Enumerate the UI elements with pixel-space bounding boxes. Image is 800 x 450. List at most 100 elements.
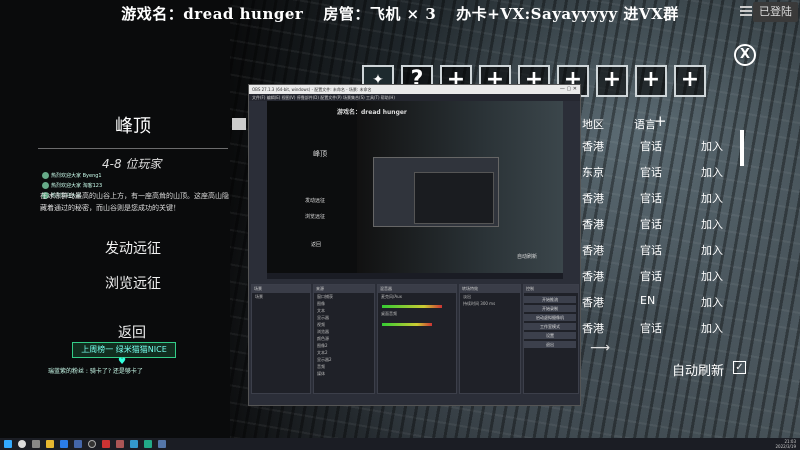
join-button[interactable]: 加入: [701, 216, 723, 232]
taskbar-clock[interactable]: 21:03 2022/3/19: [775, 439, 796, 449]
server-region: 香港: [582, 192, 604, 205]
server-region: 香港: [582, 244, 604, 257]
app-icon[interactable]: [130, 440, 138, 448]
transition-item[interactable]: 持续时间 300 ms: [460, 300, 520, 307]
game-icon[interactable]: [116, 440, 124, 448]
obs-control-button[interactable]: 开始推流: [524, 296, 576, 303]
join-button[interactable]: 加入: [701, 268, 723, 284]
app-icon[interactable]: [144, 440, 152, 448]
mixer-item: 麦克风/Aux: [381, 294, 402, 299]
windows-taskbar: 21:03 2022/3/19: [0, 438, 800, 450]
scenes-dock[interactable]: 场景 场景: [251, 284, 311, 394]
chat-line: 热烈欢迎大家 淘客123: [42, 182, 102, 189]
obs-control-button[interactable]: 启动虚拟摄像机: [524, 314, 576, 321]
server-region: 香港: [582, 140, 604, 153]
server-language: 官话: [640, 140, 662, 153]
preview-taskbar: [267, 273, 563, 279]
server-language: 官话: [640, 244, 662, 257]
mixer-item: 桌面音频: [381, 311, 397, 316]
join-button[interactable]: 加入: [701, 138, 723, 154]
audio-meter: [382, 323, 432, 326]
obs-window[interactable]: OBS 27.1.3 (64-bit, windows) - 配置文件: 未命名…: [248, 84, 581, 406]
source-item[interactable]: 浏览器: [314, 328, 374, 335]
auto-refresh-label: 自动刷新: [672, 364, 725, 379]
source-item[interactable]: 窗口捕获: [314, 293, 374, 300]
source-item[interactable]: 显示器: [314, 314, 374, 321]
menu-icon[interactable]: [740, 6, 752, 16]
map-title: 峰顶: [115, 116, 151, 137]
header-language: 语言: [634, 118, 656, 131]
avatar: [42, 172, 49, 179]
map-description: 在冰冻群岛最高的山谷上方，有一座高耸的山顶。这座高山隐藏着通过的秘密，而山谷则是…: [40, 192, 229, 212]
mixer-dock[interactable]: 混音器 麦克风/Aux 桌面音频: [377, 284, 457, 394]
start-expedition-button[interactable]: 发动远征: [105, 238, 161, 258]
steam-icon[interactable]: [158, 440, 166, 448]
join-button[interactable]: 加入: [701, 190, 723, 206]
back-button[interactable]: 返回: [118, 322, 146, 342]
nested-preview-inner: [414, 172, 494, 224]
player-slot[interactable]: +: [596, 65, 628, 97]
server-language: 官话: [640, 270, 662, 283]
obs-control-button[interactable]: 工作室模式: [524, 323, 576, 330]
transitions-dock[interactable]: 转场特效 淡出 持续时间 300 ms: [459, 284, 521, 394]
logged-in-badge[interactable]: 已登陆: [753, 2, 798, 22]
divider: [38, 148, 228, 149]
file-explorer-icon[interactable]: [46, 440, 54, 448]
sources-dock[interactable]: 来源 窗口捕获 图像 文本 显示器 视频 浏览器 颜色源 图像2 文本2 显示器2 音频 媒体: [313, 284, 375, 394]
task-view-icon[interactable]: [32, 440, 40, 448]
source-item[interactable]: 媒体: [314, 370, 374, 377]
chat-line: 热烈欢迎大家 Byeng1: [42, 172, 102, 179]
player-slot[interactable]: +: [635, 65, 667, 97]
obs-menu-bar[interactable]: 文件(F) 编辑(E) 视图(V) 停靠部件(D) 配置文件(P) 场景集合(S…: [249, 94, 580, 101]
source-item[interactable]: 视频: [314, 321, 374, 328]
store-icon[interactable]: [74, 440, 82, 448]
add-server-icon[interactable]: +: [654, 112, 667, 130]
obs-control-button[interactable]: 开始录制: [524, 305, 576, 312]
gift-banner: 上周榜一 绿米猫猫NICE: [72, 342, 176, 358]
obs-control-button[interactable]: 退出: [524, 341, 576, 348]
server-region: 香港: [582, 322, 604, 335]
join-button[interactable]: 加入: [701, 294, 723, 310]
scene-item[interactable]: 场景: [252, 293, 310, 300]
source-item[interactable]: 颜色源: [314, 335, 374, 342]
close-icon[interactable]: X: [734, 44, 756, 66]
obs-control-button[interactable]: 设置: [524, 332, 576, 339]
arrow-icon: ⟶: [590, 340, 611, 356]
source-item[interactable]: 图像: [314, 300, 374, 307]
preview-peak: 峰顶: [313, 150, 327, 158]
source-item[interactable]: 文本2: [314, 349, 374, 356]
preview-back: 返回: [311, 242, 322, 248]
source-item[interactable]: 图像2: [314, 342, 374, 349]
join-button[interactable]: 加入: [701, 320, 723, 336]
server-region: 香港: [582, 296, 604, 309]
source-item[interactable]: 音频: [314, 363, 374, 370]
nested-preview: [373, 157, 499, 227]
server-language: 官话: [640, 322, 662, 335]
transition-item[interactable]: 淡出: [460, 293, 520, 300]
app-icon[interactable]: [102, 440, 110, 448]
stream-banner: 游戏名：dread hunger 房管：飞机 × 3 办卡+VX:Sayayyy…: [0, 0, 800, 26]
source-item[interactable]: 文本: [314, 307, 374, 314]
browse-expedition-button[interactable]: 浏览远征: [105, 273, 161, 293]
window-controls-icon[interactable]: — ▢ ✕: [560, 85, 577, 94]
join-button[interactable]: 加入: [701, 164, 723, 180]
source-item[interactable]: 显示器2: [314, 356, 374, 363]
search-icon[interactable]: [18, 440, 26, 448]
preview-auto-refresh: 自动刷新: [517, 254, 538, 260]
obs-preview[interactable]: 游戏名：dread hunger 峰顶 发动远征 浏览远征 返回 自动刷新: [267, 101, 563, 277]
list-scrollbar[interactable]: [740, 130, 744, 166]
preview-title: 游戏名：dread hunger: [337, 109, 407, 116]
server-language: 官话: [640, 218, 662, 231]
bottom-chat: 瑞蓝紫的粉丝 : 骑卡了? 还是够卡了: [48, 368, 143, 375]
windows-start-icon[interactable]: [4, 440, 12, 448]
join-button[interactable]: 加入: [701, 242, 723, 258]
edge-icon[interactable]: [60, 440, 68, 448]
header-region: 地区: [582, 118, 604, 131]
banner-game: 游戏名：dread hunger: [121, 4, 304, 23]
preview-browse: 浏览远征: [305, 214, 326, 220]
player-count: 4-8 位玩家: [102, 157, 162, 171]
obs-icon[interactable]: [88, 440, 96, 448]
player-slot[interactable]: +: [674, 65, 706, 97]
auto-refresh-checkbox[interactable]: ✓: [733, 361, 746, 374]
server-language: 官话: [640, 192, 662, 205]
